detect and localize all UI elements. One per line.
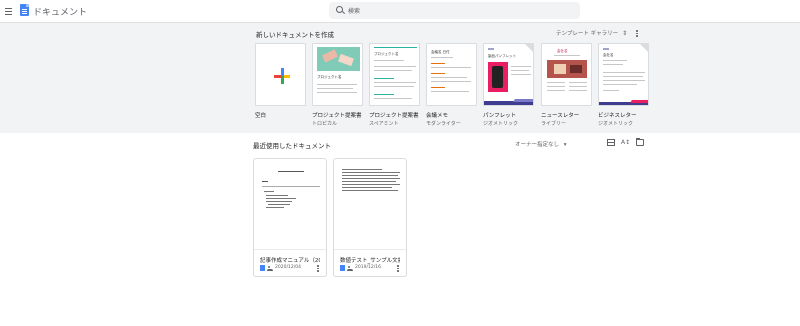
thumbnail-title: 会社名 — [557, 49, 568, 53]
logo-mark — [603, 48, 609, 50]
plus-icon — [274, 68, 290, 84]
template-thumbnail[interactable]: プロジェクト名 — [312, 43, 363, 106]
top-bar: ドキュメント 検索 — [0, 0, 800, 23]
phone-image — [492, 66, 503, 88]
thumbnail-title: 会社名 — [603, 53, 614, 57]
document-card[interactable]: 記事作成マニュアル（202... 2020/12/04 — [253, 158, 327, 277]
newsletter-image — [554, 64, 566, 74]
thumbnail-title: プロジェクト名 — [317, 75, 342, 79]
document-date: 2019/12/16 — [355, 265, 381, 270]
unfold-icon: ⇕ — [622, 30, 628, 37]
template-gallery-button[interactable]: テンプレート ギャラリー ⇕ — [556, 29, 627, 37]
template-gallery: 新しいドキュメントを作成 テンプレート ギャラリー ⇕ 空白 プロジェクト名 プロ… — [0, 23, 800, 133]
template-name: ニュースレター — [541, 113, 580, 119]
document-more-icon[interactable] — [397, 265, 400, 273]
shared-icon — [267, 266, 273, 271]
page-fold — [640, 44, 648, 52]
template-project-proposal-spearmint[interactable]: プロジェクト名 プロジェクト提案書 スペアミント — [369, 43, 420, 127]
template-meeting-notes[interactable]: 会議名 日付 会議メモ モダンライター — [426, 43, 477, 127]
template-project-proposal-tropical[interactable]: プロジェクト名 プロジェクト提案書 トロピカル — [312, 43, 363, 127]
main-menu-icon[interactable] — [5, 8, 12, 15]
docs-logo-icon[interactable] — [20, 4, 29, 16]
template-style: ジオメトリック — [483, 121, 519, 127]
document-title[interactable]: 数値テスト_サンプル文書 — [340, 256, 400, 264]
template-thumbnail[interactable] — [255, 43, 306, 106]
newsletter-image — [570, 65, 582, 73]
template-style: スペアミント — [369, 121, 399, 127]
template-name: プロジェクト提案書 — [369, 113, 419, 119]
logo-mark — [488, 48, 494, 50]
owner-filter-label: オーナー指定なし — [515, 142, 560, 148]
template-name: 空白 — [255, 113, 267, 119]
recent-documents-heading: 最近使用したドキュメント — [253, 142, 331, 150]
thumbnail-title: プロジェクト名 — [374, 52, 399, 56]
template-name: 会議メモ — [426, 113, 449, 119]
sort-icon[interactable]: A↕ — [621, 139, 630, 146]
template-thumbnail[interactable]: 会議名 日付 — [426, 43, 477, 106]
document-card[interactable]: 数値テスト_サンプル文書 2019/12/16 — [333, 158, 407, 277]
document-preview[interactable] — [254, 159, 326, 250]
template-heading: 新しいドキュメントを作成 — [256, 31, 334, 39]
owner-filter-dropdown[interactable]: オーナー指定なし ▾ — [515, 140, 567, 148]
template-style: ライブリー — [541, 121, 567, 127]
docs-file-icon — [340, 265, 345, 271]
template-name: プロジェクト提案書 — [312, 113, 362, 119]
list-view-icon[interactable] — [607, 139, 615, 146]
docs-file-icon — [260, 265, 265, 271]
page-fold — [525, 44, 533, 52]
template-gallery-label: テンプレート ギャラリー — [556, 31, 619, 37]
template-thumbnail[interactable]: 会社名 — [541, 43, 592, 106]
template-thumbnail[interactable]: 製品パンフレット — [483, 43, 534, 106]
app-title[interactable]: ドキュメント — [33, 5, 87, 18]
template-thumbnail[interactable]: 会社名 — [598, 43, 649, 106]
document-more-icon[interactable] — [317, 265, 320, 273]
footer-band — [513, 99, 533, 102]
template-more-icon[interactable] — [636, 30, 639, 38]
search-bar[interactable]: 検索 — [329, 2, 580, 19]
search-input[interactable]: 検索 — [348, 6, 360, 15]
footer-band — [630, 100, 648, 103]
document-preview[interactable] — [334, 159, 406, 250]
template-newsletter[interactable]: 会社名 ニュースレター ライブリー — [541, 43, 592, 127]
template-name: パンフレット — [483, 113, 517, 119]
template-blank[interactable]: 空白 — [255, 43, 306, 119]
document-date: 2020/12/04 — [275, 265, 301, 270]
template-style: ジオメトリック — [598, 121, 634, 127]
thumbnail-title: 会議名 日付 — [431, 50, 450, 54]
template-style: トロピカル — [312, 121, 338, 127]
accent-rule — [374, 47, 417, 48]
template-brochure[interactable]: 製品パンフレット パンフレット ジオメトリック — [483, 43, 534, 127]
template-name: ビジネスレター — [598, 113, 637, 119]
folder-icon[interactable] — [636, 138, 644, 146]
thumbnail-title: 製品パンフレット — [488, 54, 517, 58]
document-title[interactable]: 記事作成マニュアル（202... — [260, 256, 320, 264]
search-icon[interactable] — [336, 6, 343, 13]
template-thumbnail[interactable]: プロジェクト名 — [369, 43, 420, 106]
template-business-letter[interactable]: 会社名 ビジネスレター ジオメトリック — [598, 43, 649, 127]
shared-icon — [347, 266, 353, 271]
dropdown-arrow-icon: ▾ — [563, 142, 567, 148]
template-style: モダンライター — [426, 121, 461, 127]
